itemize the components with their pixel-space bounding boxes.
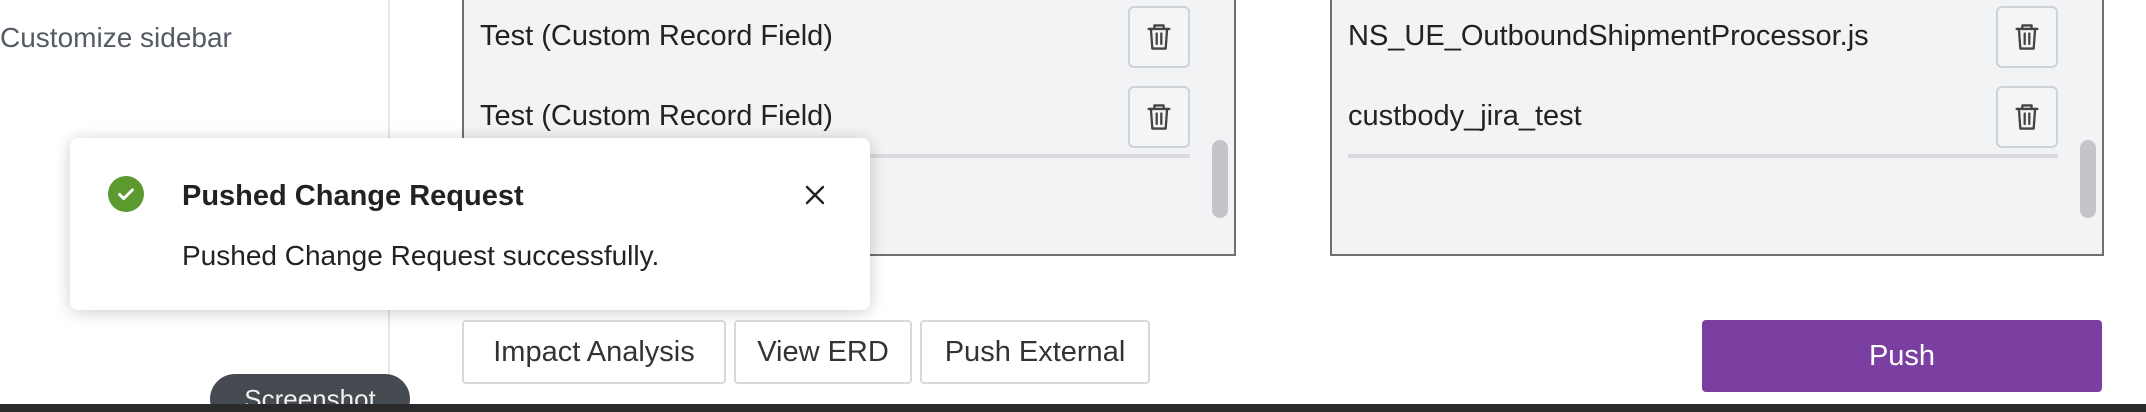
push-external-button[interactable]: Push External (920, 320, 1150, 384)
toast-close-button[interactable] (798, 178, 832, 212)
impact-analysis-button[interactable]: Impact Analysis (462, 320, 726, 384)
window-bottom-edge (0, 404, 2146, 412)
delete-button[interactable] (1128, 6, 1190, 68)
close-icon (805, 185, 825, 205)
trash-icon (1147, 104, 1171, 130)
delete-button[interactable] (1996, 86, 2058, 148)
toast-title: Pushed Change Request (182, 180, 524, 212)
scrollbar-thumb[interactable] (1212, 140, 1228, 218)
scrollbar-thumb[interactable] (2080, 140, 2096, 218)
customize-sidebar-link[interactable]: Customize sidebar (0, 22, 232, 54)
success-toast: Pushed Change Request Pushed Change Requ… (70, 138, 870, 310)
view-erd-button[interactable]: View ERD (734, 320, 912, 384)
list-item: custbody_jira_test (1348, 80, 2058, 152)
check-circle-icon (108, 176, 144, 212)
toast-message: Pushed Change Request successfully. (182, 240, 660, 271)
item-label: custbody_jira_test (1348, 99, 1582, 132)
item-label: Test (Custom Record Field) (480, 19, 833, 52)
push-button[interactable]: Push (1702, 320, 2102, 392)
list-divider (1348, 154, 2058, 158)
delete-button[interactable] (1128, 86, 1190, 148)
delete-button[interactable] (1996, 6, 2058, 68)
selected-items-panel-right: NS_UE_OutboundShipmentProcessor.js custb… (1330, 0, 2104, 256)
list-item: NS_UE_OutboundShipmentProcessor.js (1348, 0, 2058, 72)
trash-icon (1147, 24, 1171, 50)
trash-icon (2015, 104, 2039, 130)
item-label: NS_UE_OutboundShipmentProcessor.js (1348, 19, 1869, 52)
trash-icon (2015, 24, 2039, 50)
list-item: Test (Custom Record Field) (480, 0, 1190, 72)
item-label: Test (Custom Record Field) (480, 99, 833, 132)
